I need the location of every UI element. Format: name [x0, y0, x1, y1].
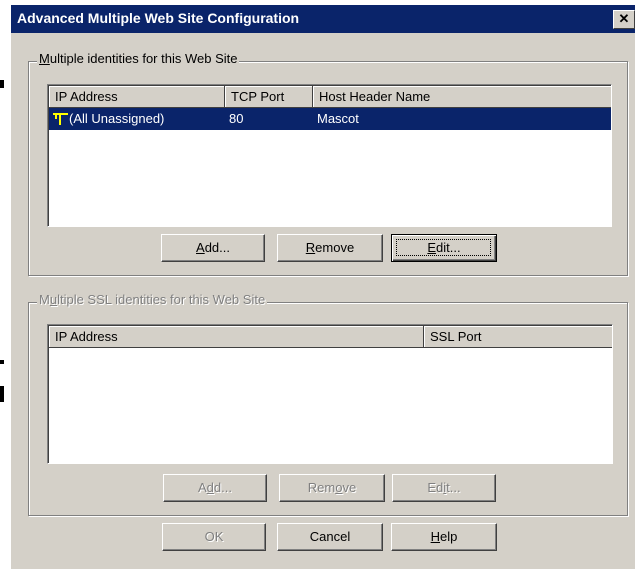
background-edge-mark — [0, 360, 4, 364]
column-header-ssl-port[interactable]: SSL Port — [424, 326, 612, 348]
background-edge-mark — [0, 80, 4, 88]
title-bar[interactable]: Advanced Multiple Web Site Configuration… — [11, 5, 635, 33]
column-header-ip-address[interactable]: IP Address — [49, 326, 424, 348]
column-header-ip-address[interactable]: IP Address — [49, 86, 225, 108]
row-host-header: Mascot — [317, 111, 359, 126]
identities-list[interactable]: IP Address TCP Port Host Header Name (Al… — [47, 84, 612, 227]
ssl-remove-button[interactable]: Remove — [279, 474, 385, 502]
dialog-window: Advanced Multiple Web Site Configuration… — [11, 5, 635, 569]
dialog-title: Advanced Multiple Web Site Configuration — [17, 10, 300, 26]
column-header-host-header-name[interactable]: Host Header Name — [313, 86, 611, 108]
row-tcp-port: 80 — [229, 111, 244, 126]
cancel-button[interactable]: Cancel — [277, 523, 383, 551]
edit-button[interactable]: Edit... — [391, 234, 497, 262]
ssl-list-header: IP Address SSL Port — [49, 326, 612, 348]
ssl-identities-list[interactable]: IP Address SSL Port — [47, 324, 613, 464]
ok-button[interactable]: OK — [162, 523, 266, 551]
remove-button[interactable]: Remove — [277, 234, 383, 262]
ssl-identities-group-label: Multiple SSL identities for this Web Sit… — [37, 292, 268, 307]
ssl-add-button[interactable]: Add... — [163, 474, 267, 502]
background-edge-mark — [0, 386, 4, 402]
close-icon: ✕ — [618, 11, 630, 26]
help-button[interactable]: Help — [391, 523, 497, 551]
network-icon — [53, 113, 68, 125]
ssl-edit-button[interactable]: Edit... — [392, 474, 496, 502]
column-header-tcp-port[interactable]: TCP Port — [225, 86, 313, 108]
add-button[interactable]: Add... — [161, 234, 265, 262]
close-button[interactable]: ✕ — [613, 10, 635, 29]
table-row[interactable]: (All Unassigned) 80 Mascot — [49, 108, 611, 130]
identities-list-header: IP Address TCP Port Host Header Name — [49, 86, 611, 108]
row-ip-address: (All Unassigned) — [69, 111, 165, 126]
identities-group-label: Multiple identities for this Web Site — [37, 51, 240, 66]
